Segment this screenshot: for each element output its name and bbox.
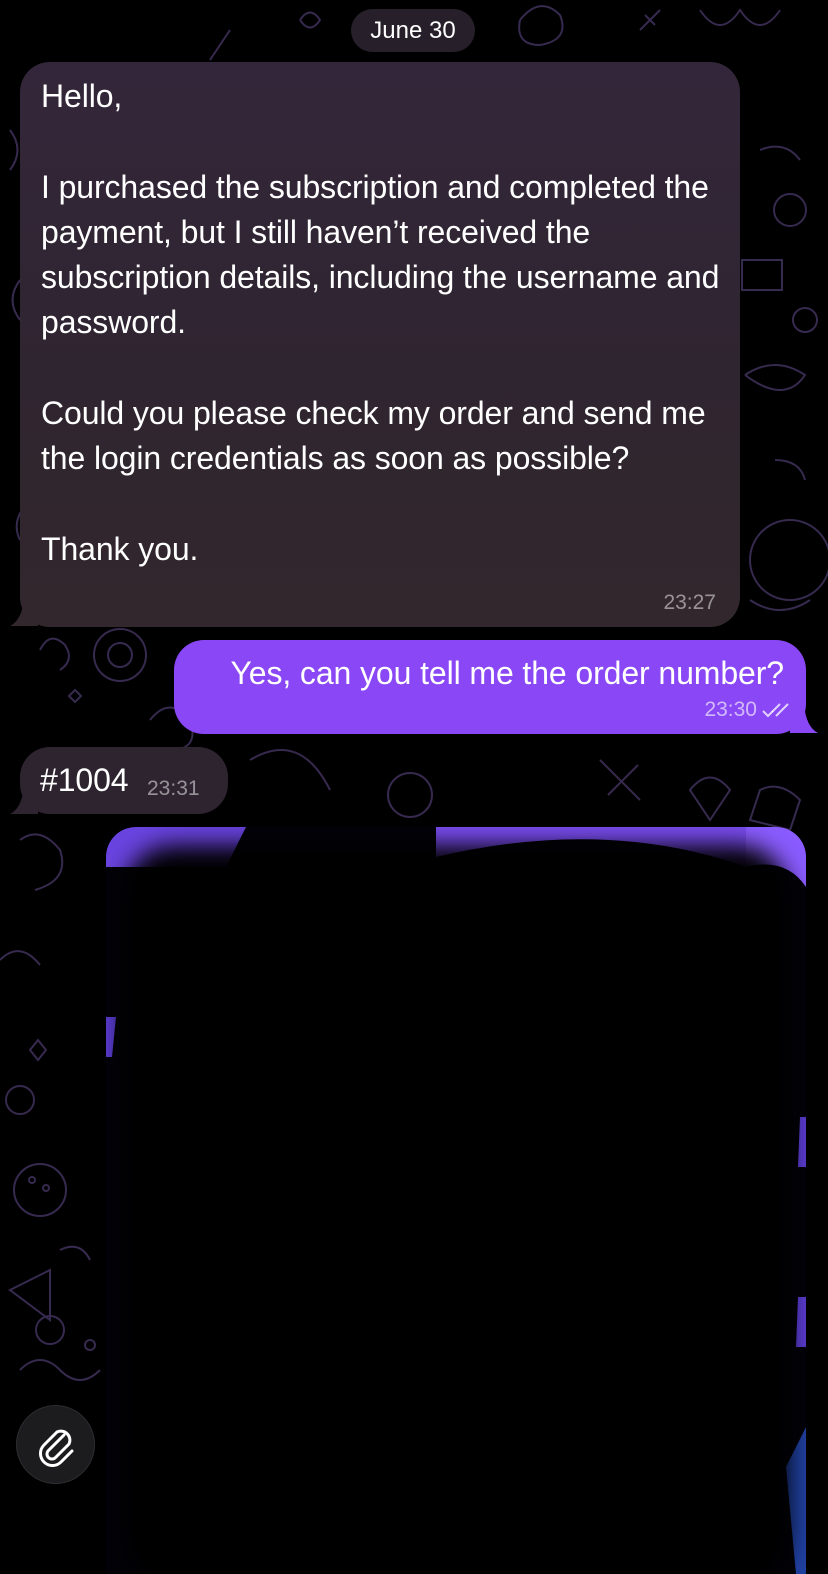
message-time: 23:31 bbox=[147, 777, 200, 800]
date-separator: June 30 bbox=[351, 9, 475, 52]
message-time: 23:30 bbox=[704, 698, 757, 721]
message-bubble-outgoing[interactable]: Yes, can you tell me the order number? 2… bbox=[174, 640, 806, 734]
message-bubble-incoming[interactable]: Hello, I purchased the subscription and … bbox=[20, 62, 740, 627]
media-blur-overlay bbox=[124, 845, 788, 1574]
message-text: #1004 bbox=[40, 762, 129, 798]
message-time: 23:27 bbox=[663, 591, 716, 614]
paperclip-icon bbox=[38, 1429, 73, 1467]
message-time-status: 23:30 bbox=[704, 698, 791, 722]
double-check-icon bbox=[762, 703, 789, 718]
message-bubble-incoming[interactable]: #1004 23:31 bbox=[20, 747, 228, 814]
message-text: Yes, can you tell me the order number? bbox=[230, 655, 784, 691]
message-text: Hello, I purchased the subscription and … bbox=[41, 78, 720, 567]
media-message-obscured[interactable] bbox=[106, 827, 806, 1574]
attach-button[interactable] bbox=[16, 1405, 95, 1484]
